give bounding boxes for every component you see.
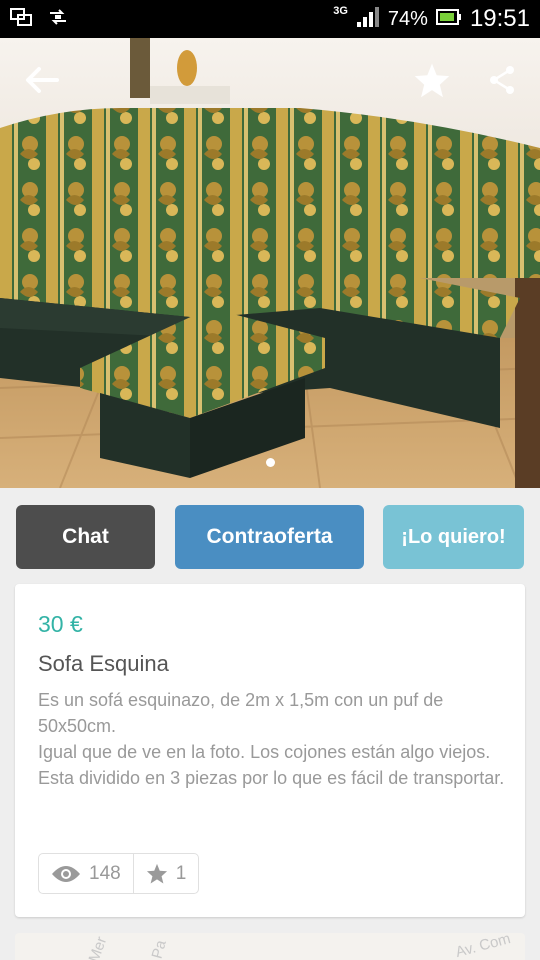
status-bar: 3G 74% 19:51 [0, 0, 540, 38]
description-paragraph: Es un sofá esquinazo, de 2m x 1,5m con u… [38, 690, 444, 736]
map-street-label: Av. Com [453, 933, 513, 960]
listing-card: 30 € Sofa Esquina Es un sofá esquinazo, … [15, 584, 525, 917]
photo-toolbar [0, 56, 540, 106]
location-map[interactable]: Mer Pa Av. Com [15, 933, 525, 960]
photo-pager [0, 458, 540, 467]
network-type: 3G [333, 5, 348, 17]
listing-description: Es un sofá esquinazo, de 2m x 1,5m con u… [38, 687, 508, 791]
status-right: 3G 74% 19:51 [333, 5, 530, 33]
listing-title: Sofa Esquina [38, 651, 169, 676]
counter-offer-button[interactable]: Contraoferta [175, 505, 364, 569]
map-street-label: Mer [85, 934, 111, 960]
map-street-label: Pa [148, 938, 170, 960]
back-arrow-icon [26, 67, 59, 93]
screen-mirror-icon [10, 7, 32, 31]
share-icon [490, 66, 514, 94]
favorites-count: 1 [175, 862, 187, 884]
listing-photo[interactable] [0, 38, 540, 488]
eye-icon [52, 865, 80, 882]
views-count: 148 [89, 862, 121, 884]
favorite-button[interactable] [408, 56, 456, 104]
listing-stats: 148 1 [38, 853, 200, 894]
star-icon [414, 63, 450, 98]
data-transfer-icon [48, 8, 68, 31]
want-it-button[interactable]: ¡Lo quiero! [383, 505, 524, 569]
pager-dot-active[interactable] [265, 458, 275, 467]
listing-price: 30 € [38, 611, 83, 637]
battery-icon [435, 8, 462, 31]
status-left [10, 7, 68, 31]
description-paragraph: Igual que de ve en la foto. Los cojones … [38, 742, 505, 788]
back-button[interactable] [18, 56, 66, 104]
chat-button[interactable]: Chat [16, 505, 155, 569]
favorites-stat: 1 [132, 854, 199, 893]
clock: 19:51 [469, 5, 530, 32]
battery-percent: 74% [387, 7, 428, 30]
views-stat: 148 [39, 854, 133, 893]
star-icon [146, 863, 167, 884]
share-button[interactable] [478, 56, 526, 104]
signal-icon [356, 6, 380, 33]
